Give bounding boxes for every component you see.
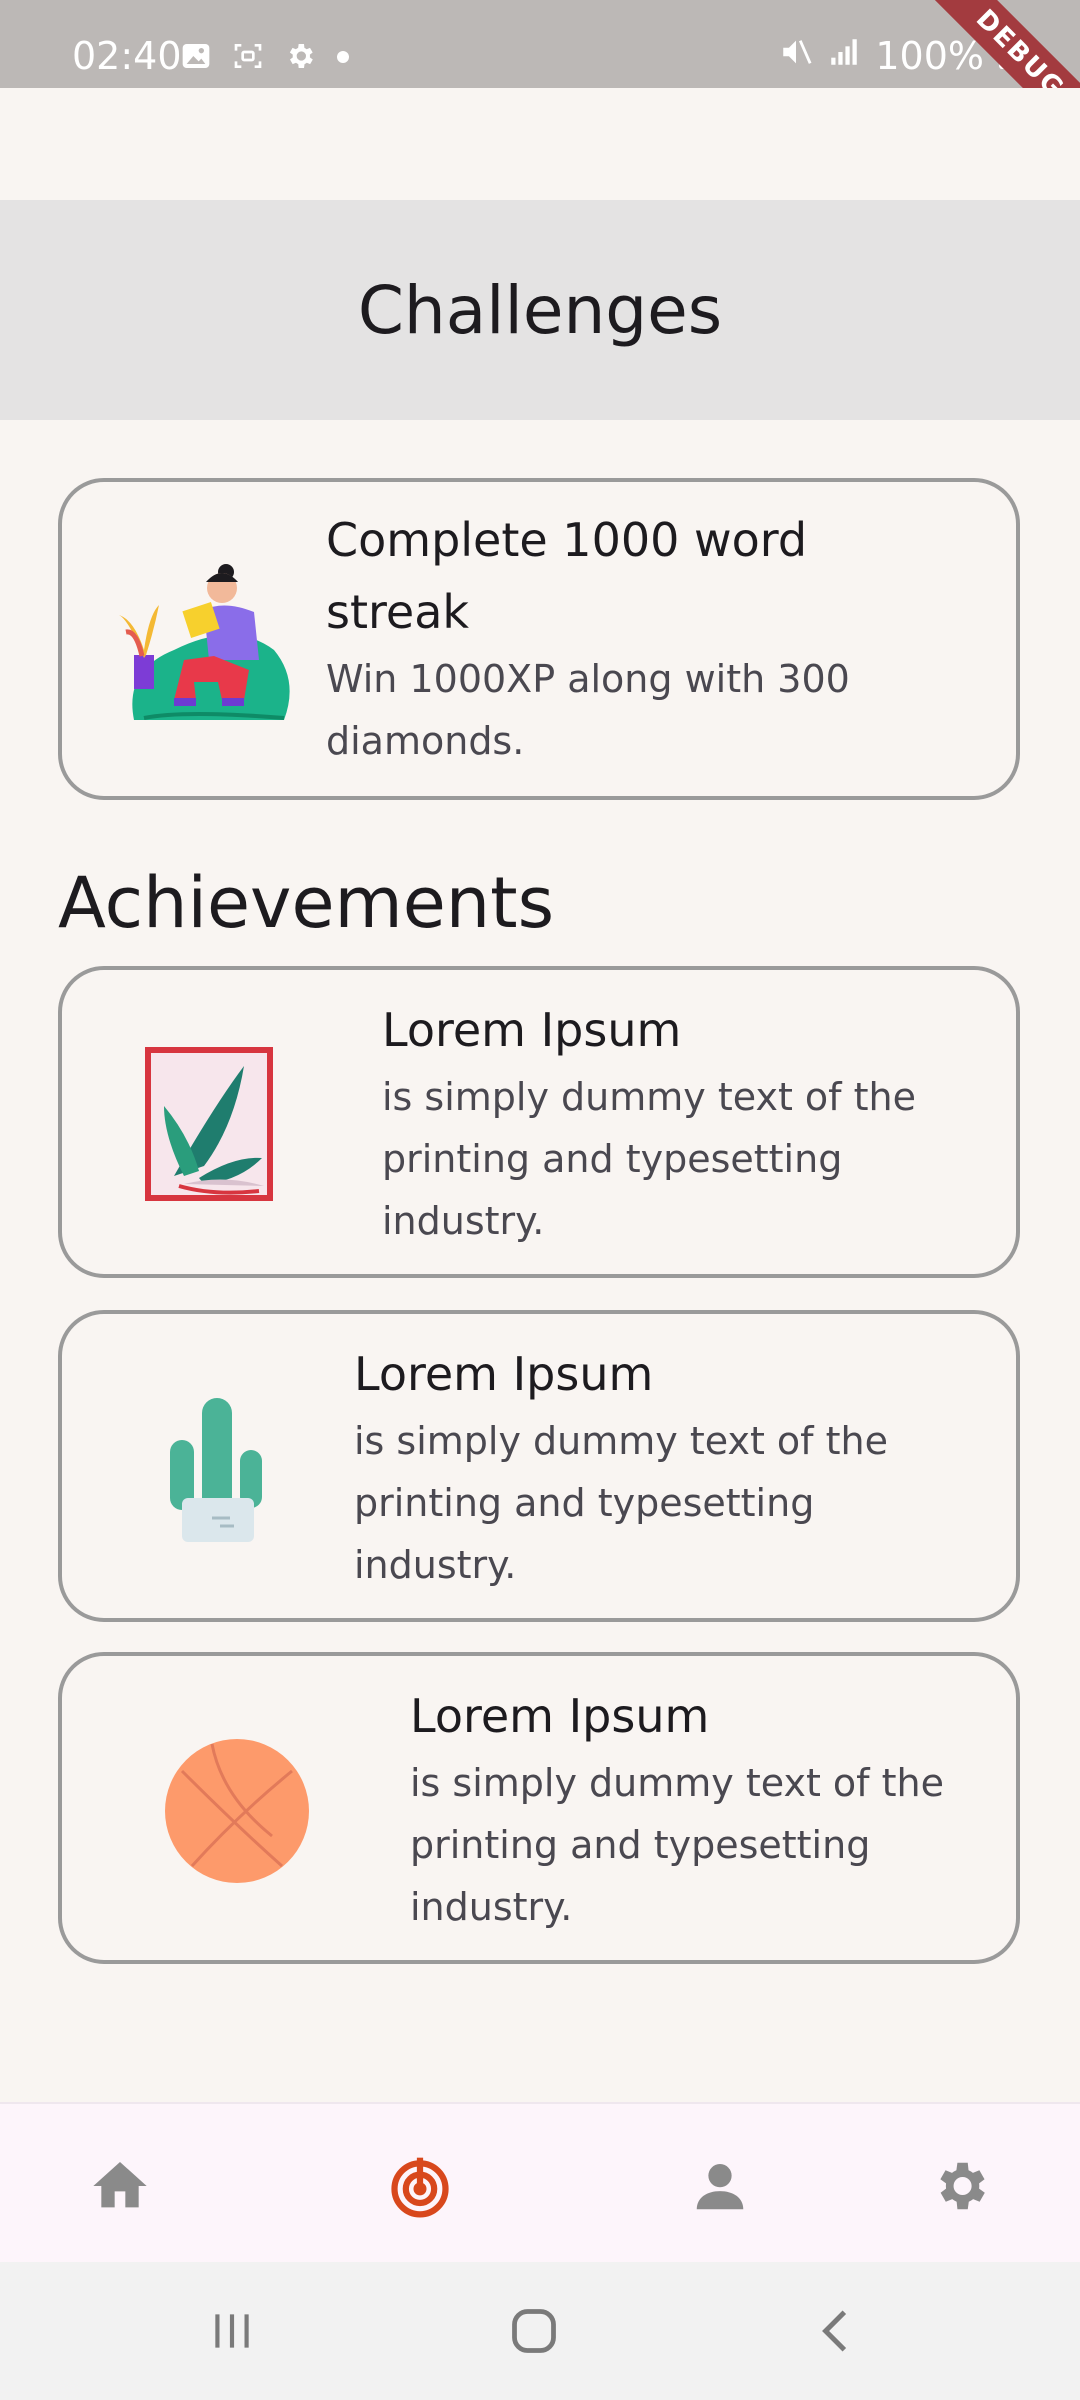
status-bar: 02:40 100% DEBUG [0, 0, 1080, 162]
achievement-title: Lorem Ipsum [410, 1689, 710, 1743]
achievement-title: Lorem Ipsum [382, 1003, 682, 1057]
status-notification-icons [180, 40, 350, 76]
battery-level: 100% [875, 34, 984, 78]
home-button[interactable] [494, 2298, 574, 2368]
challenge-title: Complete 1000 word streak [326, 513, 808, 639]
top-spacer [0, 88, 1080, 200]
back-chevron-icon [811, 2306, 861, 2360]
nav-settings[interactable] [910, 2138, 1010, 2238]
signal-icon [827, 34, 861, 78]
achievement-description: is simply dummy text of the printing and… [410, 1761, 945, 1929]
basketball-illustration [162, 1736, 312, 1890]
home-square-icon [508, 2305, 560, 2361]
person-icon [689, 2155, 751, 2221]
bottom-navigation [0, 2102, 1080, 2264]
status-time: 02:40 [72, 34, 182, 78]
mute-icon [779, 34, 813, 78]
achievement-description: is simply dummy text of the printing and… [382, 1075, 917, 1243]
settings-status-icon [284, 40, 316, 76]
home-icon [88, 2154, 152, 2222]
achievement-card[interactable]: Lorem Ipsum is simply dummy text of the … [58, 1652, 1020, 1964]
achievements-heading: Achievements [58, 862, 555, 944]
challenge-subtitle: Win 1000XP along with 300 diamonds. [326, 657, 850, 763]
system-navigation-bar [0, 2262, 1080, 2400]
nav-profile[interactable] [670, 2138, 770, 2238]
dot-icon [336, 49, 350, 68]
back-button[interactable] [796, 2298, 876, 2368]
gear-icon [929, 2155, 991, 2221]
gallery-icon [180, 40, 212, 76]
recents-button[interactable] [192, 2298, 272, 2368]
app-bar: Challenges [0, 200, 1080, 420]
target-icon [386, 2152, 454, 2224]
page-title: Challenges [357, 271, 723, 349]
achievement-title: Lorem Ipsum [354, 1347, 654, 1401]
achievement-card[interactable]: Lorem Ipsum is simply dummy text of the … [58, 1310, 1020, 1622]
plant-frame-illustration [144, 1046, 274, 1206]
reading-person-illustration [114, 560, 294, 734]
achievement-description: is simply dummy text of the printing and… [354, 1419, 889, 1587]
achievement-card[interactable]: Lorem Ipsum is simply dummy text of the … [58, 966, 1020, 1278]
nav-challenges[interactable] [370, 2138, 470, 2238]
screenshot-icon [232, 40, 264, 76]
nav-home[interactable] [70, 2138, 170, 2238]
challenge-card[interactable]: Complete 1000 word streak Win 1000XP alo… [58, 478, 1020, 800]
cactus-illustration [162, 1398, 272, 1552]
recents-icon [207, 2306, 257, 2360]
